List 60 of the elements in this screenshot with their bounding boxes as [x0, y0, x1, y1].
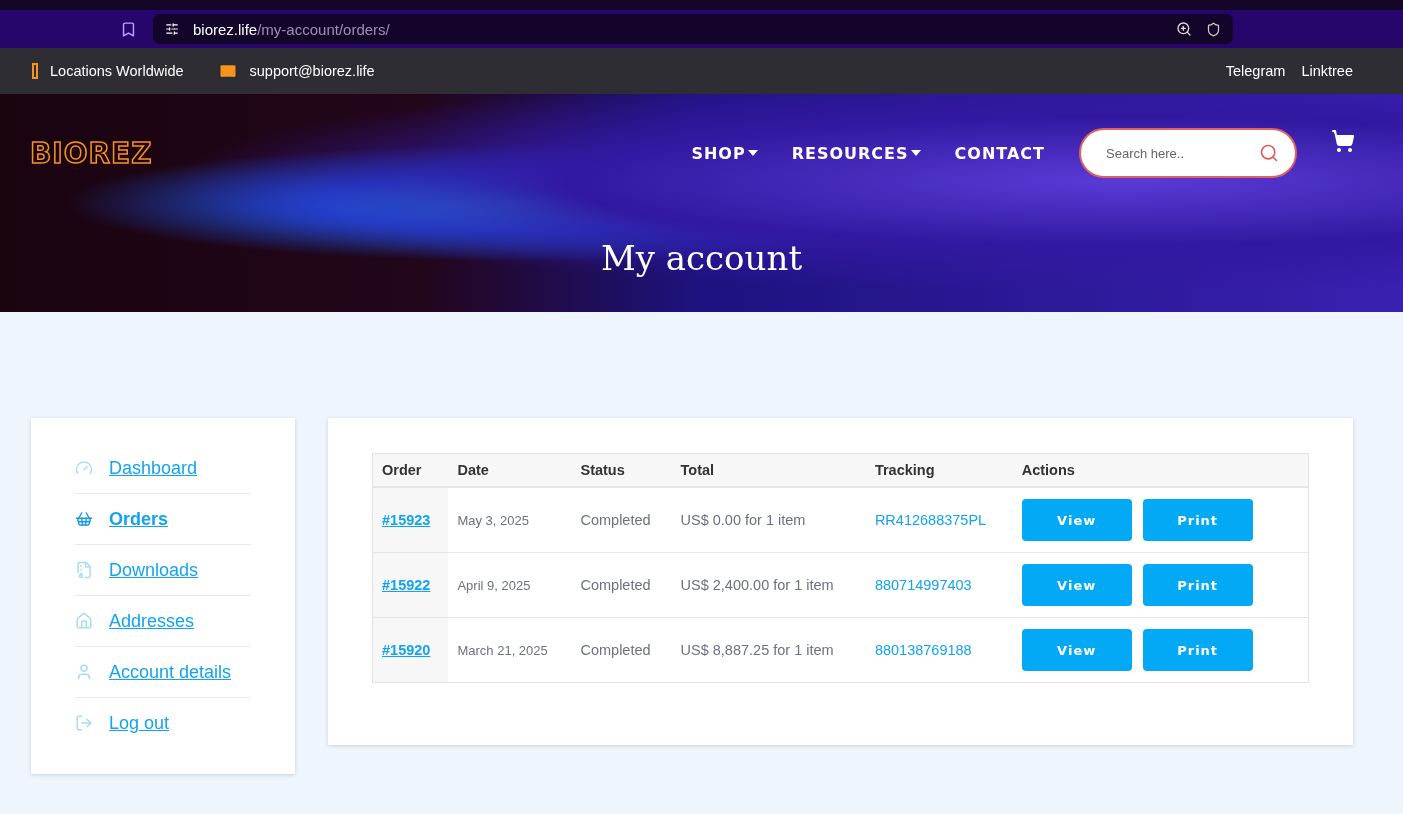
cart-icon[interactable] — [1331, 129, 1355, 153]
social-link[interactable]: Telegram — [1225, 63, 1286, 79]
nav-link[interactable]: CONTACT — [954, 143, 1045, 163]
gauge-icon — [75, 459, 93, 477]
nav-link[interactable]: RESOURCES — [791, 143, 921, 163]
action-button[interactable]: View — [1021, 499, 1132, 541]
house-icon — [75, 612, 93, 630]
logout-icon — [75, 714, 93, 732]
caret-icon — [910, 150, 921, 156]
basket-icon — [75, 510, 93, 528]
site-settings-icon[interactable] — [165, 22, 179, 36]
action-button[interactable]: Print — [1142, 499, 1253, 541]
column-header: Status — [571, 453, 672, 487]
address-bar[interactable]: biorez.life/my-account/orders/ — [153, 14, 1233, 44]
action-button[interactable]: View — [1021, 564, 1132, 606]
social-link[interactable]: Linktree — [1301, 63, 1353, 79]
table-cell: US$ 8,887.25 for 1 item — [671, 617, 866, 683]
action-button[interactable]: View — [1021, 629, 1132, 671]
column-header: Tracking — [865, 453, 1013, 487]
order-link[interactable]: #15922 — [382, 577, 431, 593]
table-cell: Completed — [571, 487, 672, 553]
user-icon — [75, 663, 93, 681]
url-text: biorez.life/my-account/orders/ — [193, 20, 391, 38]
location-text: Locations Worldwide — [50, 63, 184, 79]
tracking-number: 880138769188 — [865, 617, 1013, 683]
nav-link[interactable]: SHOP — [691, 143, 758, 163]
table-cell: May 3, 2025 — [448, 487, 572, 553]
order-link[interactable]: #15920 — [382, 642, 431, 658]
tracking-number: RR412688375PL — [865, 487, 1013, 553]
missing-glyph-icon — [32, 63, 38, 79]
menu-link[interactable]: Addresses — [75, 595, 251, 646]
table-cell: Completed — [571, 552, 672, 618]
table-cell: Completed — [571, 617, 672, 683]
order-link[interactable]: #15923 — [382, 512, 431, 528]
column-header: Order — [372, 453, 449, 487]
menu-link[interactable]: Orders — [75, 493, 251, 544]
menu-link[interactable]: Downloads — [75, 544, 251, 595]
search-field[interactable]: Search here.. — [1079, 128, 1297, 178]
page-title: My account — [599, 238, 804, 278]
menu-link[interactable]: Log out — [75, 697, 251, 748]
table-cell: April 9, 2025 — [448, 552, 572, 618]
column-header: Total — [671, 453, 866, 487]
email-text: support@biorez.life — [249, 63, 375, 79]
tracking-number: 880714997403 — [865, 552, 1013, 618]
table-cell: US$ 0.00 for 1 item — [671, 487, 866, 553]
action-button[interactable]: Print — [1142, 629, 1253, 671]
bookmark-icon[interactable] — [120, 20, 137, 38]
caret-icon — [747, 150, 758, 156]
column-header: Actions — [1012, 453, 1309, 487]
column-header: Date — [448, 453, 572, 487]
action-button[interactable]: Print — [1142, 564, 1253, 606]
site-logo[interactable]: BIOREZ — [30, 136, 153, 170]
search-icon[interactable] — [1259, 143, 1279, 163]
file-icon — [75, 561, 93, 579]
menu-link[interactable]: Dashboard — [75, 443, 251, 493]
shield-icon[interactable] — [1206, 21, 1221, 37]
table-cell: March 21, 2025 — [448, 617, 572, 683]
menu-link[interactable]: Account details — [75, 646, 251, 697]
table-cell: US$ 2,400.00 for 1 item — [671, 552, 866, 618]
zoom-icon[interactable] — [1176, 21, 1192, 37]
